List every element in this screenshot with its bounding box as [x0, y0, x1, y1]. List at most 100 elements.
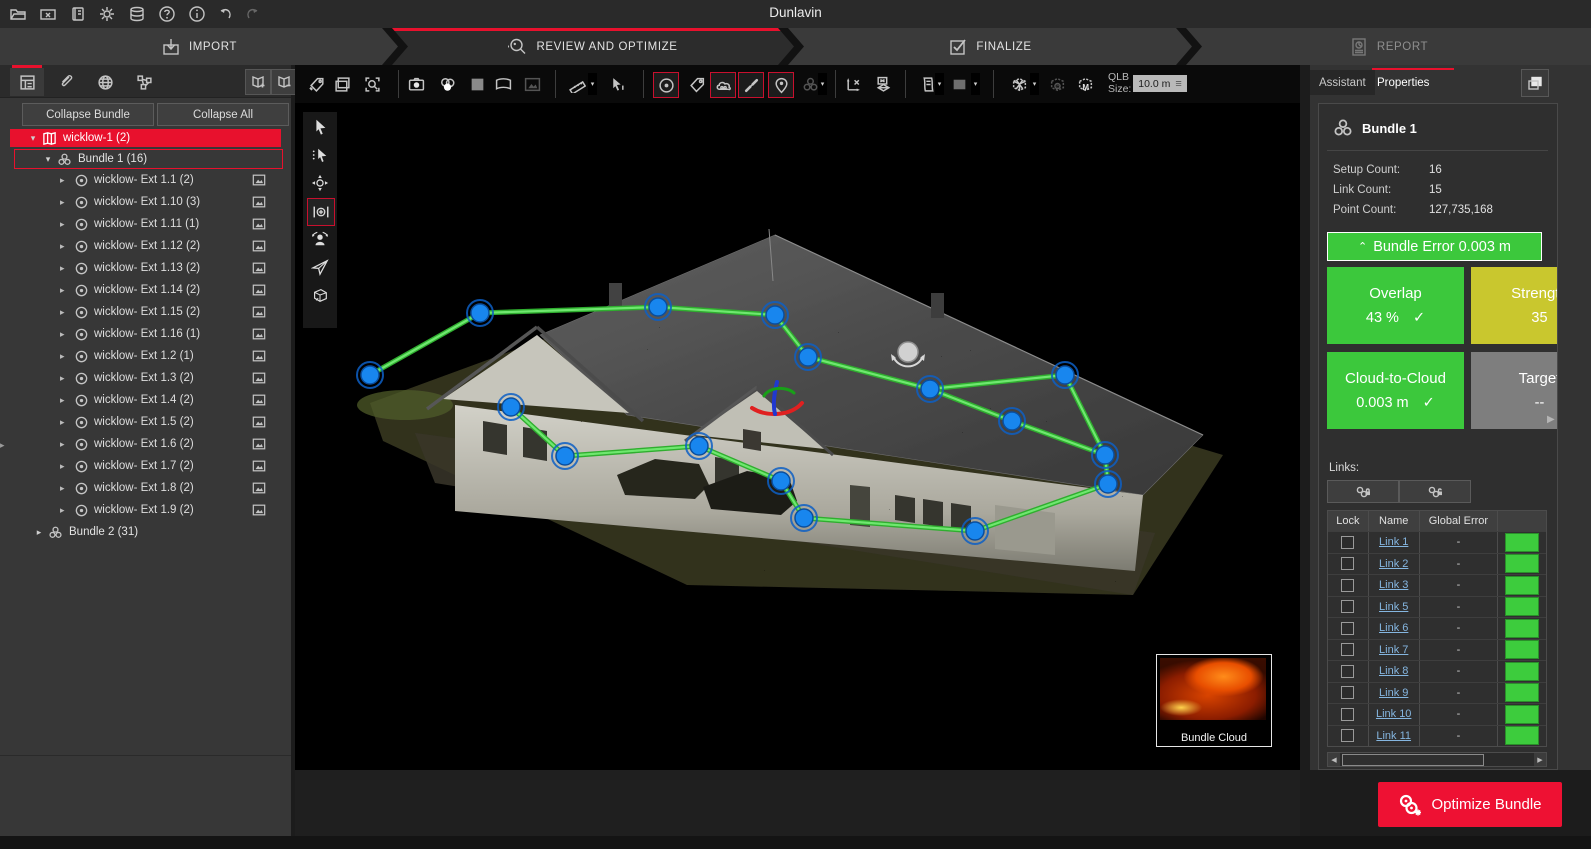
reports-icon[interactable] — [69, 5, 87, 23]
link-status-swatch[interactable] — [1505, 683, 1539, 702]
expand-arrow-icon[interactable]: ▸ — [60, 285, 70, 296]
windows-layout-tool[interactable] — [330, 72, 354, 96]
limit-box-tool[interactable] — [1007, 72, 1031, 96]
tree-item-setup[interactable]: ▸ wicklow- Ext 1.3 (2) — [0, 367, 291, 389]
target-card[interactable]: Target -- — [1471, 352, 1558, 429]
setup-node[interactable] — [766, 306, 784, 324]
workflow-tab-finalize[interactable]: FINALIZE — [788, 28, 1192, 65]
overlap-card[interactable]: Overlap 43 %✓ — [1327, 267, 1464, 344]
expand-arrow-icon[interactable]: ▸ — [60, 461, 70, 472]
expand-arrow-icon[interactable]: ▸ — [60, 395, 70, 406]
selection-rect-tool[interactable] — [947, 72, 971, 96]
tree-item-bundle-2[interactable]: ▸ Bundle 2 (31) — [0, 521, 291, 543]
cloud-color-mode-tool[interactable] — [435, 72, 459, 96]
pano-image-icon[interactable] — [252, 459, 266, 473]
workflow-tab-report[interactable]: REPORT — [1186, 28, 1591, 65]
redo-icon[interactable] — [244, 5, 262, 23]
link-line[interactable] — [370, 313, 480, 375]
expand-arrow-icon[interactable]: ▸ — [60, 197, 70, 208]
collapse-bundle-button[interactable]: Collapse Bundle — [22, 103, 154, 126]
panel-collapse-handle[interactable]: ▸ — [0, 437, 9, 453]
setup-node[interactable] — [649, 298, 667, 316]
show-geotags-toggle[interactable] — [768, 72, 794, 98]
pano-image-icon[interactable] — [252, 261, 266, 275]
tree-item-setup[interactable]: ▸ wicklow- Ext 1.9 (2) — [0, 499, 291, 521]
link-name[interactable]: Link 7 — [1379, 644, 1408, 656]
tree-item-setup[interactable]: ▸ wicklow- Ext 1.13 (2) — [0, 257, 291, 279]
bundle-error-banner[interactable]: ⌃ Bundle Error 0.003 m — [1327, 232, 1542, 261]
expand-arrow-icon[interactable]: ▸ — [60, 417, 70, 428]
limit-box-manual-tool[interactable]: M — [1073, 72, 1097, 96]
fly-tool[interactable] — [307, 254, 333, 280]
undock-panel-button[interactable] — [1521, 69, 1549, 97]
tree-item-setup[interactable]: ▸ wicklow- Ext 1.6 (2) — [0, 433, 291, 455]
tree-item-bundle-1[interactable]: ▾ Bundle 1 (16) — [14, 149, 283, 169]
lock-checkbox[interactable] — [1341, 729, 1354, 742]
setup-node[interactable] — [502, 398, 520, 416]
bundle-cloud-thumbnail[interactable]: Bundle Cloud — [1156, 654, 1272, 747]
pano-image-icon[interactable] — [252, 415, 266, 429]
setup-node[interactable] — [690, 437, 708, 455]
lock-checkbox[interactable] — [1341, 643, 1354, 656]
tab-link-network[interactable] — [127, 68, 161, 96]
solid-view-tool[interactable] — [465, 72, 489, 96]
pano-image-icon[interactable] — [252, 371, 266, 385]
link-name[interactable]: Link 8 — [1379, 665, 1408, 677]
lock-checkbox[interactable] — [1341, 686, 1354, 699]
setup-node[interactable] — [471, 304, 489, 322]
tree-item-project[interactable]: ▾ wicklow-1 (2) — [10, 129, 281, 147]
link-name[interactable]: Link 11 — [1376, 730, 1411, 742]
view-cube-tool[interactable] — [307, 282, 333, 308]
image-view-tool[interactable] — [520, 72, 544, 96]
tab-attachments[interactable] — [49, 68, 83, 96]
optimize-bundle-button[interactable]: Optimize Bundle — [1378, 782, 1562, 827]
show-clouds-toggle[interactable] — [710, 72, 736, 98]
lock-links-button[interactable] — [1327, 480, 1399, 503]
settings-gear-icon[interactable] — [98, 5, 116, 23]
links-horizontal-scrollbar[interactable]: ◀ ▶ — [1327, 752, 1547, 767]
tab-properties[interactable]: Properties — [1368, 70, 1438, 95]
show-tags-toggle[interactable] — [685, 72, 709, 96]
expand-arrow-icon[interactable]: ▸ — [60, 175, 70, 186]
lock-checkbox[interactable] — [1341, 600, 1354, 613]
annotate-tag-tool[interactable] — [305, 72, 329, 96]
expand-arrow-icon[interactable]: ▸ — [60, 307, 70, 318]
setup-node[interactable] — [361, 366, 379, 384]
pano-image-icon[interactable] — [252, 503, 266, 517]
expand-arrow-icon[interactable]: ▸ — [34, 527, 44, 538]
tree-item-setup[interactable]: ▸ wicklow- Ext 1.7 (2) — [0, 455, 291, 477]
screenshot-tool[interactable] — [404, 72, 428, 96]
zoom-to-selection-tool[interactable] — [360, 72, 384, 96]
link-status-swatch[interactable] — [1505, 619, 1539, 638]
scroll-left-button[interactable]: ◀ — [1328, 753, 1340, 766]
remove-bundle-button[interactable] — [271, 69, 297, 95]
pano-image-icon[interactable] — [252, 283, 266, 297]
limit-box-dropdown[interactable]: ▾ — [1030, 73, 1039, 95]
lock-checkbox[interactable] — [1341, 536, 1354, 549]
tree-item-setup[interactable]: ▸ wicklow- Ext 1.5 (2) — [0, 411, 291, 433]
link-name[interactable]: Link 2 — [1379, 558, 1408, 570]
pano-image-icon[interactable] — [252, 481, 266, 495]
setup-node[interactable] — [1099, 475, 1117, 493]
link-name[interactable]: Link 5 — [1379, 601, 1408, 613]
multi-select-tool[interactable] — [307, 142, 333, 168]
lock-checkbox[interactable] — [1341, 579, 1354, 592]
pano-image-icon[interactable] — [252, 437, 266, 451]
pano-image-icon[interactable] — [252, 195, 266, 209]
tree-item-setup[interactable]: ▸ wicklow- Ext 1.8 (2) — [0, 477, 291, 499]
axes-tool[interactable] — [841, 72, 865, 96]
tree-item-setup[interactable]: ▸ wicklow- Ext 1.16 (1) — [0, 323, 291, 345]
tree-item-setup[interactable]: ▸ wicklow- Ext 1.10 (3) — [0, 191, 291, 213]
setup-node[interactable] — [1096, 446, 1114, 464]
pano-image-icon[interactable] — [252, 393, 266, 407]
pan-orbit-tool[interactable] — [307, 170, 333, 196]
tree-item-setup[interactable]: ▸ wicklow- Ext 1.4 (2) — [0, 389, 291, 411]
expand-arrow-icon[interactable]: ▾ — [28, 133, 38, 144]
select-tool[interactable] — [307, 114, 333, 140]
lock-checkbox[interactable] — [1341, 708, 1354, 721]
link-name[interactable]: Link 6 — [1379, 622, 1408, 634]
expand-arrow-icon[interactable]: ▸ — [60, 241, 70, 252]
link-status-swatch[interactable] — [1505, 576, 1539, 595]
expand-arrow-icon[interactable]: ▸ — [60, 373, 70, 384]
link-status-swatch[interactable] — [1505, 554, 1539, 573]
